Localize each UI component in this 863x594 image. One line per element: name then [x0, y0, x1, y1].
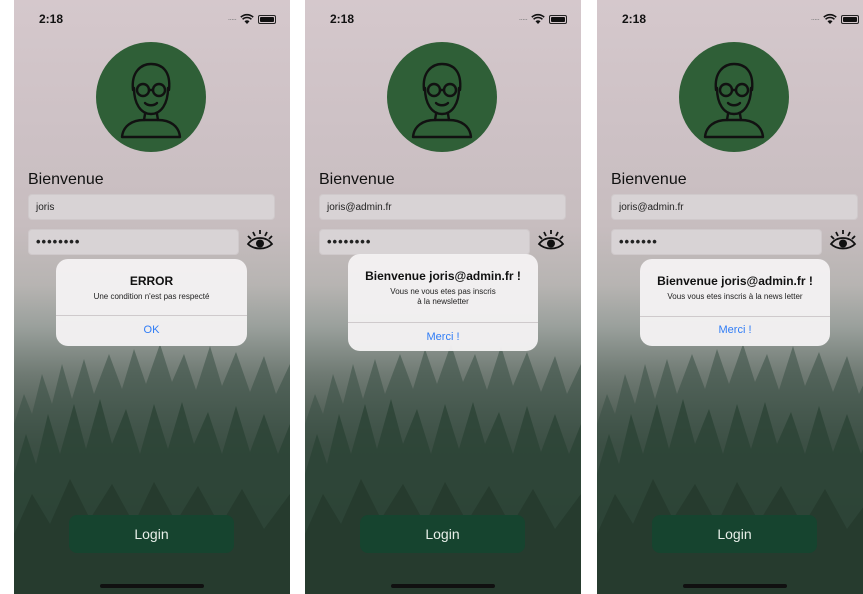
home-indicator [391, 584, 495, 588]
username-input[interactable]: joris@admin.fr [611, 194, 858, 220]
password-input[interactable]: ••••••• [611, 229, 822, 255]
alert-merci-button[interactable]: Merci ! [640, 324, 830, 336]
eye-icon[interactable] [246, 228, 274, 254]
username-input[interactable]: joris@admin.fr [319, 194, 566, 220]
alert-divider [640, 316, 830, 317]
status-time: 2:18 [39, 12, 64, 26]
phone-screen-error: 2:18 ····· Bienvenue joris •••••••• ERRO… [14, 0, 290, 594]
wifi-icon [823, 13, 837, 24]
welcome-alert-dialog: Bienvenue joris@admin.fr ! Vous vous ete… [640, 259, 830, 346]
welcome-alert-dialog: Bienvenue joris@admin.fr ! Vous ne vous … [348, 254, 538, 351]
status-bar: 2:18 ····· [14, 12, 290, 28]
wifi-icon [240, 13, 254, 24]
alert-merci-button[interactable]: Merci ! [348, 331, 538, 343]
user-avatar-icon [679, 42, 789, 152]
eye-icon[interactable] [829, 228, 857, 254]
status-time: 2:18 [622, 12, 647, 26]
login-button[interactable]: Login [69, 515, 234, 553]
password-input[interactable]: •••••••• [319, 229, 530, 255]
alert-divider [56, 315, 247, 316]
home-indicator [683, 584, 787, 588]
status-time: 2:18 [330, 12, 355, 26]
alert-message: Une condition n'est pas respecté [93, 292, 210, 301]
battery-icon [549, 14, 567, 24]
password-input[interactable]: •••••••• [28, 229, 239, 255]
signal-dots-icon: ····· [810, 14, 820, 24]
alert-title: Bienvenue joris@admin.fr ! [365, 269, 521, 283]
alert-title: ERROR [129, 274, 174, 288]
user-avatar-icon [387, 42, 497, 152]
alert-title: Bienvenue joris@admin.fr ! [657, 274, 813, 288]
wifi-icon [531, 13, 545, 24]
battery-icon [841, 14, 859, 24]
phone-screen-welcome-not-subscribed: 2:18 ····· Bienvenue joris@admin.fr ••••… [305, 0, 581, 594]
battery-icon [258, 14, 276, 24]
home-indicator [100, 584, 204, 588]
alert-message: Vous vous etes inscris à la news letter [667, 292, 803, 301]
login-button[interactable]: Login [360, 515, 525, 553]
status-bar: 2:18 ····· [597, 12, 863, 28]
username-input[interactable]: joris [28, 194, 275, 220]
login-button[interactable]: Login [652, 515, 817, 553]
alert-divider [348, 322, 538, 323]
alert-ok-button[interactable]: OK [56, 324, 247, 336]
status-bar: 2:18 ····· [305, 12, 581, 28]
welcome-title: Bienvenue [319, 171, 395, 188]
welcome-title: Bienvenue [611, 171, 687, 188]
phone-screen-welcome-subscribed: 2:18 ····· Bienvenue joris@admin.fr ••••… [597, 0, 863, 594]
error-alert-dialog: ERROR Une condition n'est pas respecté O… [56, 259, 247, 346]
welcome-title: Bienvenue [28, 171, 104, 188]
user-avatar-icon [96, 42, 206, 152]
eye-icon[interactable] [537, 228, 565, 254]
signal-dots-icon: ····· [227, 14, 237, 24]
signal-dots-icon: ····· [518, 14, 528, 24]
alert-message: Vous ne vous etes pas inscris à la newsl… [390, 287, 496, 306]
